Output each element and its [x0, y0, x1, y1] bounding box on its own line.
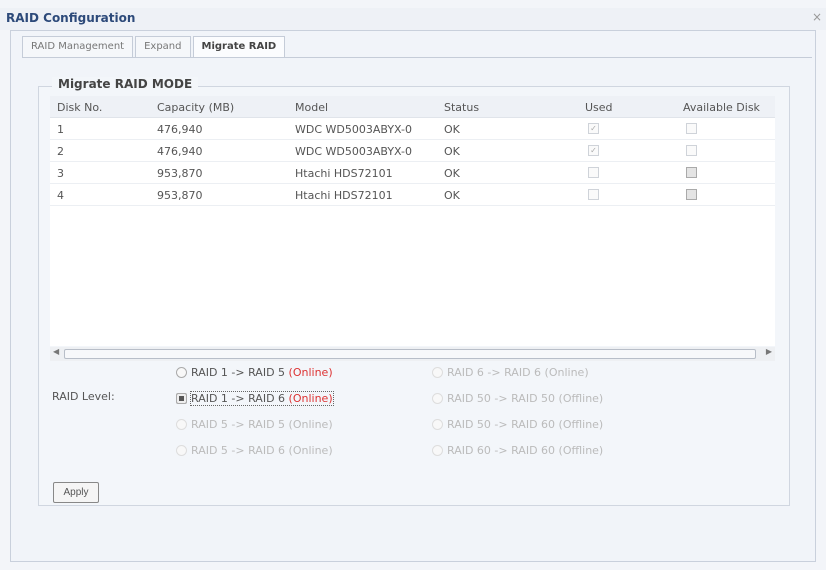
table-row[interactable]: 2 476,940 WDC WD5003ABYX-0 OK ✓ — [50, 140, 775, 162]
used-checkbox[interactable]: ✓ — [588, 145, 599, 156]
disk-no: 1 — [57, 123, 64, 136]
used-checkbox[interactable] — [588, 189, 599, 200]
raid-option-radio[interactable]: RAID 50 -> RAID 50 (Offline) — [432, 392, 603, 405]
scroll-thumb[interactable] — [64, 349, 756, 359]
radio-icon[interactable] — [432, 367, 443, 378]
option-mode: (Online) — [288, 392, 333, 405]
available-disk-checkbox[interactable] — [686, 123, 697, 134]
model: WDC WD5003ABYX-0 — [295, 145, 413, 158]
window-title: RAID Configuration — [6, 11, 136, 25]
raid-option-radio[interactable]: RAID 1 -> RAID 5 (Online) — [176, 366, 333, 379]
option-mode: (Offline) — [558, 392, 604, 405]
col-capacity[interactable]: Capacity (MB) — [157, 101, 234, 114]
option-label: RAID 60 -> RAID 60 — [447, 444, 559, 457]
col-status[interactable]: Status — [444, 101, 479, 114]
option-mode: (Online) — [288, 444, 333, 457]
option-mode: (Online) — [288, 366, 333, 379]
raid-option-radio[interactable]: RAID 5 -> RAID 5 (Online) — [176, 418, 333, 431]
used-checkbox[interactable] — [588, 167, 599, 178]
option-mode: (Online) — [288, 418, 333, 431]
option-label: RAID 1 -> RAID 5 — [191, 366, 289, 379]
option-mode: (Offline) — [558, 444, 604, 457]
option-label: RAID 50 -> RAID 50 — [447, 392, 559, 405]
option-label: RAID 50 -> RAID 60 — [447, 418, 559, 431]
table-row[interactable]: 1 476,940 WDC WD5003ABYX-0 OK ✓ — [50, 118, 775, 140]
radio-icon[interactable] — [176, 393, 187, 404]
model: Htachi HDS72101 — [295, 167, 393, 180]
tab-divider — [22, 57, 812, 58]
option-label: RAID 5 -> RAID 5 — [191, 418, 289, 431]
close-icon[interactable]: × — [812, 10, 822, 24]
title-bar: RAID Configuration × — [0, 8, 826, 30]
capacity: 953,870 — [157, 167, 203, 180]
col-available[interactable]: Available Disk — [683, 101, 760, 114]
status: OK — [444, 123, 460, 136]
radio-icon[interactable] — [176, 367, 187, 378]
table-header: Disk No. Capacity (MB) Model Status Used… — [50, 96, 775, 118]
raid-option-radio[interactable]: RAID 5 -> RAID 6 (Online) — [176, 444, 333, 457]
radio-icon[interactable] — [176, 419, 187, 430]
model: WDC WD5003ABYX-0 — [295, 123, 413, 136]
tab-raid-management[interactable]: RAID Management — [22, 36, 134, 58]
radio-icon[interactable] — [176, 445, 187, 456]
table-row[interactable]: 4 953,870 Htachi HDS72101 OK — [50, 184, 775, 206]
col-model[interactable]: Model — [295, 101, 328, 114]
tab-bar: RAID Management Expand Migrate RAID — [22, 36, 287, 58]
raid-option-radio[interactable]: RAID 1 -> RAID 6 (Online) — [176, 391, 334, 406]
option-label: RAID 6 -> RAID 6 — [447, 366, 545, 379]
col-disk-no[interactable]: Disk No. — [57, 101, 102, 114]
option-label: RAID 1 -> RAID 6 — [191, 392, 289, 405]
horizontal-scrollbar[interactable]: ◀ ▶ — [50, 347, 775, 361]
available-disk-checkbox[interactable] — [686, 189, 697, 200]
raid-option-radio[interactable]: RAID 6 -> RAID 6 (Online) — [432, 366, 589, 379]
scroll-left-icon[interactable]: ◀ — [53, 347, 59, 356]
radio-icon[interactable] — [432, 445, 443, 456]
status: OK — [444, 189, 460, 202]
capacity: 476,940 — [157, 145, 203, 158]
capacity: 476,940 — [157, 123, 203, 136]
tab-expand[interactable]: Expand — [135, 36, 191, 58]
option-mode: (Online) — [544, 366, 589, 379]
table-row[interactable]: 3 953,870 Htachi HDS72101 OK — [50, 162, 775, 184]
option-mode: (Offline) — [558, 418, 604, 431]
available-disk-checkbox[interactable] — [686, 167, 697, 178]
used-checkbox[interactable]: ✓ — [588, 123, 599, 134]
status: OK — [444, 167, 460, 180]
col-used[interactable]: Used — [585, 101, 613, 114]
raid-option-radio[interactable]: RAID 60 -> RAID 60 (Offline) — [432, 444, 603, 457]
raid-option-radio[interactable]: RAID 50 -> RAID 60 (Offline) — [432, 418, 603, 431]
disk-no: 2 — [57, 145, 64, 158]
radio-icon[interactable] — [432, 419, 443, 430]
model: Htachi HDS72101 — [295, 189, 393, 202]
apply-button[interactable]: Apply — [53, 482, 99, 503]
scroll-right-icon[interactable]: ▶ — [766, 347, 772, 356]
radio-icon[interactable] — [432, 393, 443, 404]
section-title: Migrate RAID MODE — [52, 77, 199, 91]
available-disk-checkbox[interactable] — [686, 145, 697, 156]
disk-no: 3 — [57, 167, 64, 180]
option-label: RAID 5 -> RAID 6 — [191, 444, 289, 457]
raid-level-label: RAID Level: — [52, 390, 115, 403]
disk-no: 4 — [57, 189, 64, 202]
tab-migrate-raid[interactable]: Migrate RAID — [192, 36, 286, 58]
status: OK — [444, 145, 460, 158]
capacity: 953,870 — [157, 189, 203, 202]
disk-table: Disk No. Capacity (MB) Model Status Used… — [50, 96, 775, 346]
